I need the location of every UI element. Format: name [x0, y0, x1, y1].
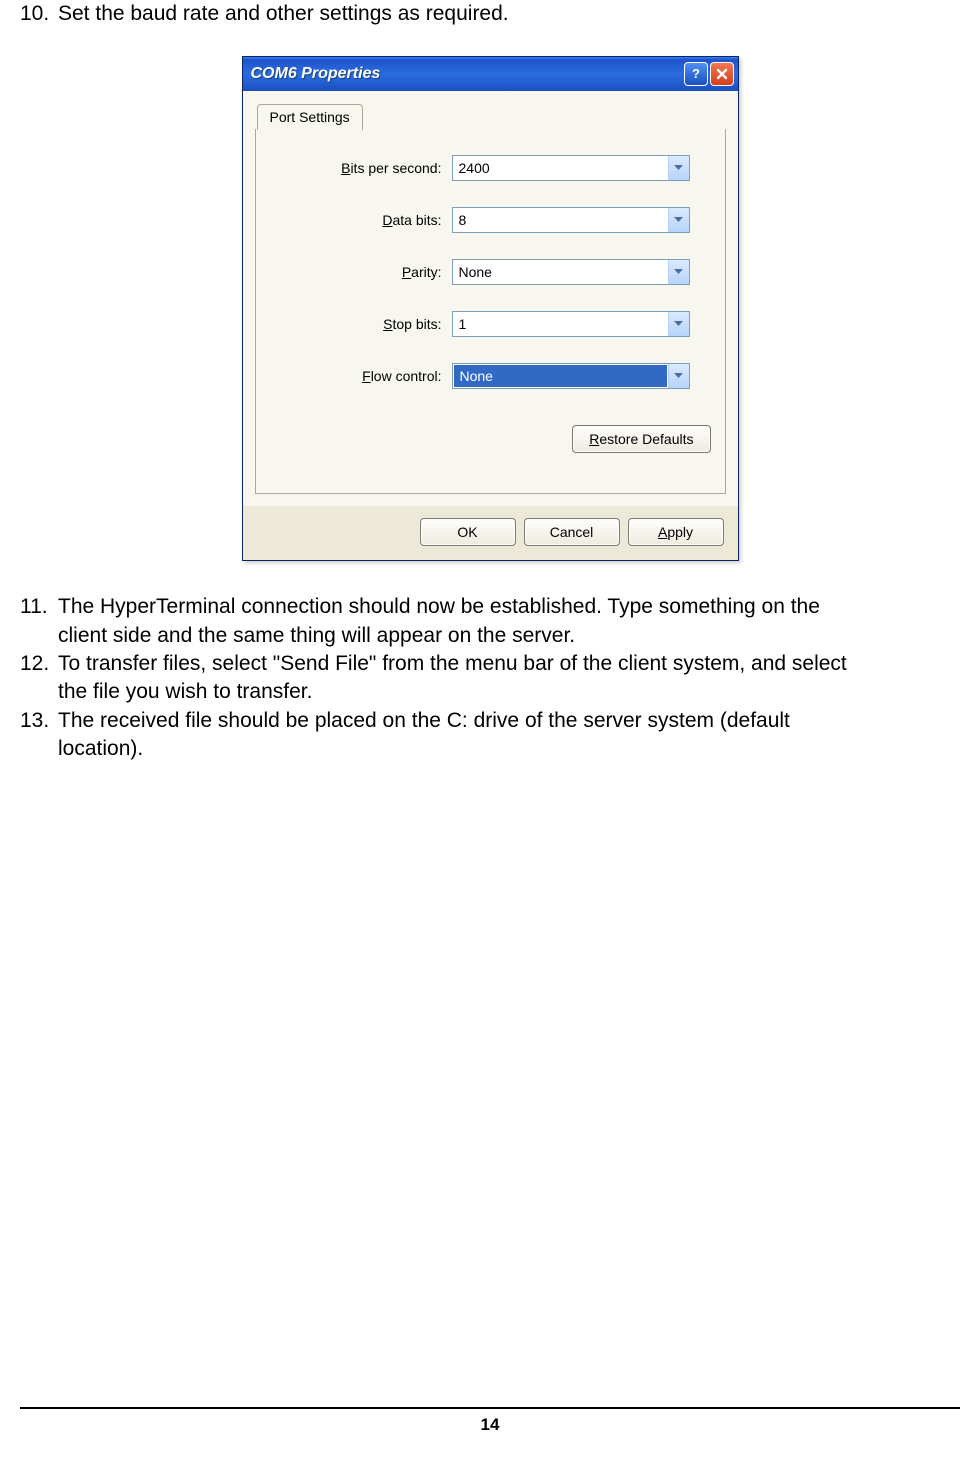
step-number: 10.	[20, 0, 58, 28]
combo-bits-per-second[interactable]: 2400	[452, 155, 690, 181]
dialog-figure: COM6 Properties ? Port Settings Bits per…	[20, 56, 960, 561]
combo-parity[interactable]: None	[452, 259, 690, 285]
step-text: The received file should be placed on th…	[58, 709, 790, 732]
restore-defaults-button[interactable]: Restore Defaults	[572, 425, 710, 453]
step-11-cont: client side and the same thing will appe…	[20, 622, 960, 650]
cancel-button[interactable]: Cancel	[524, 518, 620, 546]
chevron-down-icon[interactable]	[668, 156, 689, 180]
combo-data-bits[interactable]: 8	[452, 207, 690, 233]
combo-flow-control[interactable]: None	[452, 363, 690, 389]
dialog-action-buttons: OK Cancel Apply	[243, 506, 738, 560]
step-13: 13.The received file should be placed on…	[20, 707, 960, 735]
step-number: 11.	[20, 593, 58, 621]
label-bits-per-second: Bits per second:	[270, 160, 452, 176]
footer-rule	[20, 1407, 960, 1409]
chevron-down-icon[interactable]	[668, 208, 689, 232]
page-footer: 14	[20, 1407, 960, 1435]
tab-panel: Bits per second: 2400 Data bits: 8 Parit…	[255, 129, 726, 494]
titlebar-buttons: ?	[684, 62, 734, 86]
chevron-down-icon[interactable]	[668, 364, 689, 388]
dialog-body: Port Settings Bits per second: 2400 Data…	[243, 91, 738, 506]
chevron-down-icon[interactable]	[668, 260, 689, 284]
apply-button[interactable]: Apply	[628, 518, 724, 546]
step-11: 11.The HyperTerminal connection should n…	[20, 593, 960, 621]
field-flow-control: Flow control: None	[270, 363, 711, 389]
combo-value: 8	[453, 208, 668, 232]
svg-text:?: ?	[692, 67, 700, 81]
field-stop-bits: Stop bits: 1	[270, 311, 711, 337]
tab-port-settings[interactable]: Port Settings	[257, 104, 363, 130]
step-12-cont: the file you wish to transfer.	[20, 678, 960, 706]
step-10: 10.Set the baud rate and other settings …	[20, 0, 960, 28]
help-button[interactable]: ?	[684, 62, 708, 86]
page-number: 14	[20, 1415, 960, 1435]
step-text: Set the baud rate and other settings as …	[58, 2, 509, 25]
label-flow-control: Flow control:	[270, 368, 452, 384]
step-13-cont: location).	[20, 735, 960, 763]
step-number: 12.	[20, 650, 58, 678]
ok-button[interactable]: OK	[420, 518, 516, 546]
com-properties-dialog: COM6 Properties ? Port Settings Bits per…	[242, 56, 739, 561]
step-12: 12.To transfer files, select "Send File"…	[20, 650, 960, 678]
combo-value: None	[454, 365, 667, 387]
label-stop-bits: Stop bits:	[270, 316, 452, 332]
close-button[interactable]	[710, 62, 734, 86]
step-number: 13.	[20, 707, 58, 735]
field-data-bits: Data bits: 8	[270, 207, 711, 233]
field-bits-per-second: Bits per second: 2400	[270, 155, 711, 181]
field-parity: Parity: None	[270, 259, 711, 285]
titlebar: COM6 Properties ?	[243, 57, 738, 91]
step-text: The HyperTerminal connection should now …	[58, 595, 820, 618]
window-title: COM6 Properties	[251, 65, 684, 83]
chevron-down-icon[interactable]	[668, 312, 689, 336]
combo-value: 1	[453, 312, 668, 336]
combo-stop-bits[interactable]: 1	[452, 311, 690, 337]
label-parity: Parity:	[270, 264, 452, 280]
combo-value: 2400	[453, 156, 668, 180]
label-data-bits: Data bits:	[270, 212, 452, 228]
restore-defaults-row: Restore Defaults	[270, 425, 711, 453]
step-text: To transfer files, select "Send File" fr…	[58, 652, 847, 675]
combo-value: None	[453, 260, 668, 284]
